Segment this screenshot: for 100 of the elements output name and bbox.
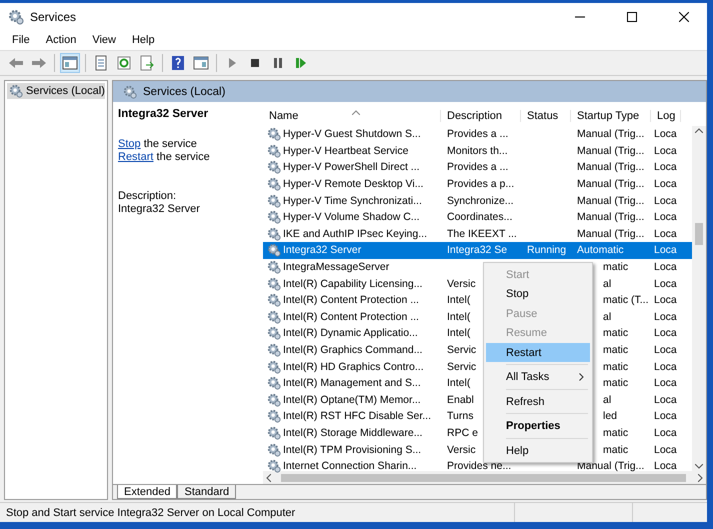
name-cell: Intel(R) Storage Middleware... — [263, 426, 441, 440]
column-header[interactable]: Startup Type — [571, 110, 651, 122]
close-icon — [679, 12, 689, 22]
description-cell-text: Provides ne... — [446, 460, 512, 472]
description-cell-text: Synchronize... — [446, 194, 515, 207]
vertical-scrollbar[interactable] — [692, 126, 706, 471]
description-cell-text: Turns — [446, 410, 474, 422]
name-cell: Hyper-V PowerShell Direct ... — [263, 160, 441, 174]
description-cell-text: Servic — [446, 360, 478, 373]
gear-icon — [267, 392, 281, 407]
startup-cell-text: al — [602, 394, 612, 406]
context-menu-item[interactable]: Refresh — [486, 392, 590, 412]
gear-icon — [267, 276, 281, 291]
description-cell-text: Intel( — [446, 310, 472, 323]
services-gear-icon — [8, 8, 24, 24]
logon-cell-text: Loca — [653, 360, 678, 373]
logon-cell-text: Loca — [653, 426, 678, 439]
name-cell: Intel(R) Dynamic Applicatio... — [263, 326, 441, 340]
startup-cell-text: Manual (Trig... — [576, 228, 646, 240]
gear-icon — [267, 160, 281, 174]
description-cell-text: Provides a ... — [446, 128, 510, 140]
logon-cell-text: Loca — [653, 444, 678, 456]
view-tab[interactable]: Extended — [117, 485, 178, 499]
column-header[interactable]: Log — [651, 110, 681, 122]
description-cell-text: Integra32 Se — [446, 244, 508, 256]
name-cell: Hyper-V Guest Shutdown S... — [263, 127, 441, 142]
name-cell: Intel(R) Management and S... — [263, 376, 441, 390]
startup-cell-text: al — [602, 278, 612, 290]
gear-icon — [267, 310, 281, 324]
description-cell-text: Monitors th... — [446, 144, 509, 157]
menu-item[interactable]: File — [4, 34, 38, 46]
gear-icon — [267, 226, 281, 241]
selected-row[interactable]: Integra32 Server Integra32 Se Running Automatic Loca — [263, 242, 692, 259]
console-tree-icon[interactable] — [60, 53, 80, 73]
logon-cell-text: Loca — [653, 178, 678, 190]
description-cell-text: Versic — [446, 278, 477, 290]
action-link[interactable]: Stop — [118, 138, 141, 150]
horizontal-scrollbar[interactable] — [263, 471, 706, 484]
startup-cell-text: led — [602, 410, 618, 422]
startup-cell-text: Manual (Trig... — [576, 178, 646, 190]
menu-item[interactable]: View — [84, 34, 124, 46]
scroll-up-icon[interactable] — [695, 128, 703, 133]
scroll-down-icon[interactable] — [695, 464, 703, 469]
description-cell-text: The IKEEXT ... — [446, 228, 518, 240]
column-header[interactable]: Status — [521, 110, 571, 122]
startup-cell-text: matic — [602, 327, 630, 340]
menu-item[interactable]: Action — [38, 34, 84, 46]
description-cell-text: Servic — [446, 344, 478, 356]
name-cell: Internet Connection Sharin... — [263, 459, 441, 474]
startup-cell-text: Manual (Trig... — [576, 460, 646, 472]
logon-cell-text: Loca — [653, 410, 678, 422]
tree-item[interactable]: Services (Local) — [7, 83, 105, 99]
logon-cell-text: Loca — [653, 394, 678, 406]
column-header[interactable]: Description — [441, 110, 521, 122]
scrollbar-thumb[interactable] — [695, 223, 703, 245]
startup-cell-text: matic — [602, 426, 630, 439]
logon-cell-text: Loca — [653, 261, 678, 274]
startup-cell-text: matic — [602, 444, 630, 456]
gear-icon — [267, 426, 281, 440]
description-cell-text: Intel( — [446, 294, 472, 306]
description-cell-text: Enabl — [446, 394, 475, 406]
gear-icon — [267, 260, 281, 274]
scroll-right-icon[interactable] — [698, 474, 703, 482]
gear-icon — [267, 127, 281, 142]
logon-cell-text: Loca — [653, 161, 678, 174]
context-menu-item[interactable]: All Tasks — [486, 367, 590, 387]
context-menu-item[interactable]: Restart — [486, 342, 590, 362]
scroll-left-icon[interactable] — [266, 474, 271, 482]
status-cell-text: Running — [526, 244, 568, 256]
name-cell: Hyper-V Time Synchronizati... — [263, 194, 441, 208]
context-menu-item[interactable]: Stop — [486, 284, 590, 304]
name-cell: Intel(R) Optane(TM) Memor... — [263, 392, 441, 407]
name-cell: Intel(R) Capability Licensing... — [263, 276, 441, 291]
name-cell: Intel(R) RST HFC Disable Ser... — [263, 409, 441, 424]
description-text: Integra32 Server — [118, 203, 201, 216]
description-cell-text: Provides a ... — [446, 161, 510, 174]
action-link[interactable]: Restart — [118, 151, 154, 163]
logon-cell-text: Loca — [653, 278, 678, 290]
view-tab[interactable]: Standard — [177, 485, 236, 499]
name-cell: Hyper-V Volume Shadow C... — [263, 210, 441, 224]
context-menu-item[interactable]: Properties — [486, 416, 590, 436]
startup-cell-text: matic — [602, 360, 630, 373]
name-cell: IKE and AuthIP IPsec Keying... — [263, 226, 441, 241]
startup-cell-text: Manual (Trig... — [576, 211, 646, 224]
description-cell-text: Provides a p... — [446, 178, 516, 190]
startup-cell-text: Automatic — [576, 244, 625, 256]
action-text: the service — [156, 151, 210, 163]
name-cell: Intel(R) Content Protection ... — [263, 293, 441, 308]
description-cell-text: Coordinates... — [446, 211, 514, 224]
description-cell-text: Versic — [446, 444, 477, 456]
name-cell: Intel(R) Graphics Command... — [263, 343, 441, 358]
column-header[interactable]: Name — [263, 110, 441, 122]
logon-cell-text: Loca — [653, 344, 678, 356]
context-menu-item[interactable]: Help — [486, 440, 590, 460]
logon-cell-text: Loca — [653, 128, 678, 140]
startup-cell-text: Manual (Trig... — [576, 144, 646, 157]
menu-item[interactable]: Help — [124, 34, 163, 46]
logon-cell-text: Loca — [653, 144, 678, 157]
logon-cell-text: Loca — [653, 211, 678, 224]
gear-icon — [267, 194, 281, 208]
